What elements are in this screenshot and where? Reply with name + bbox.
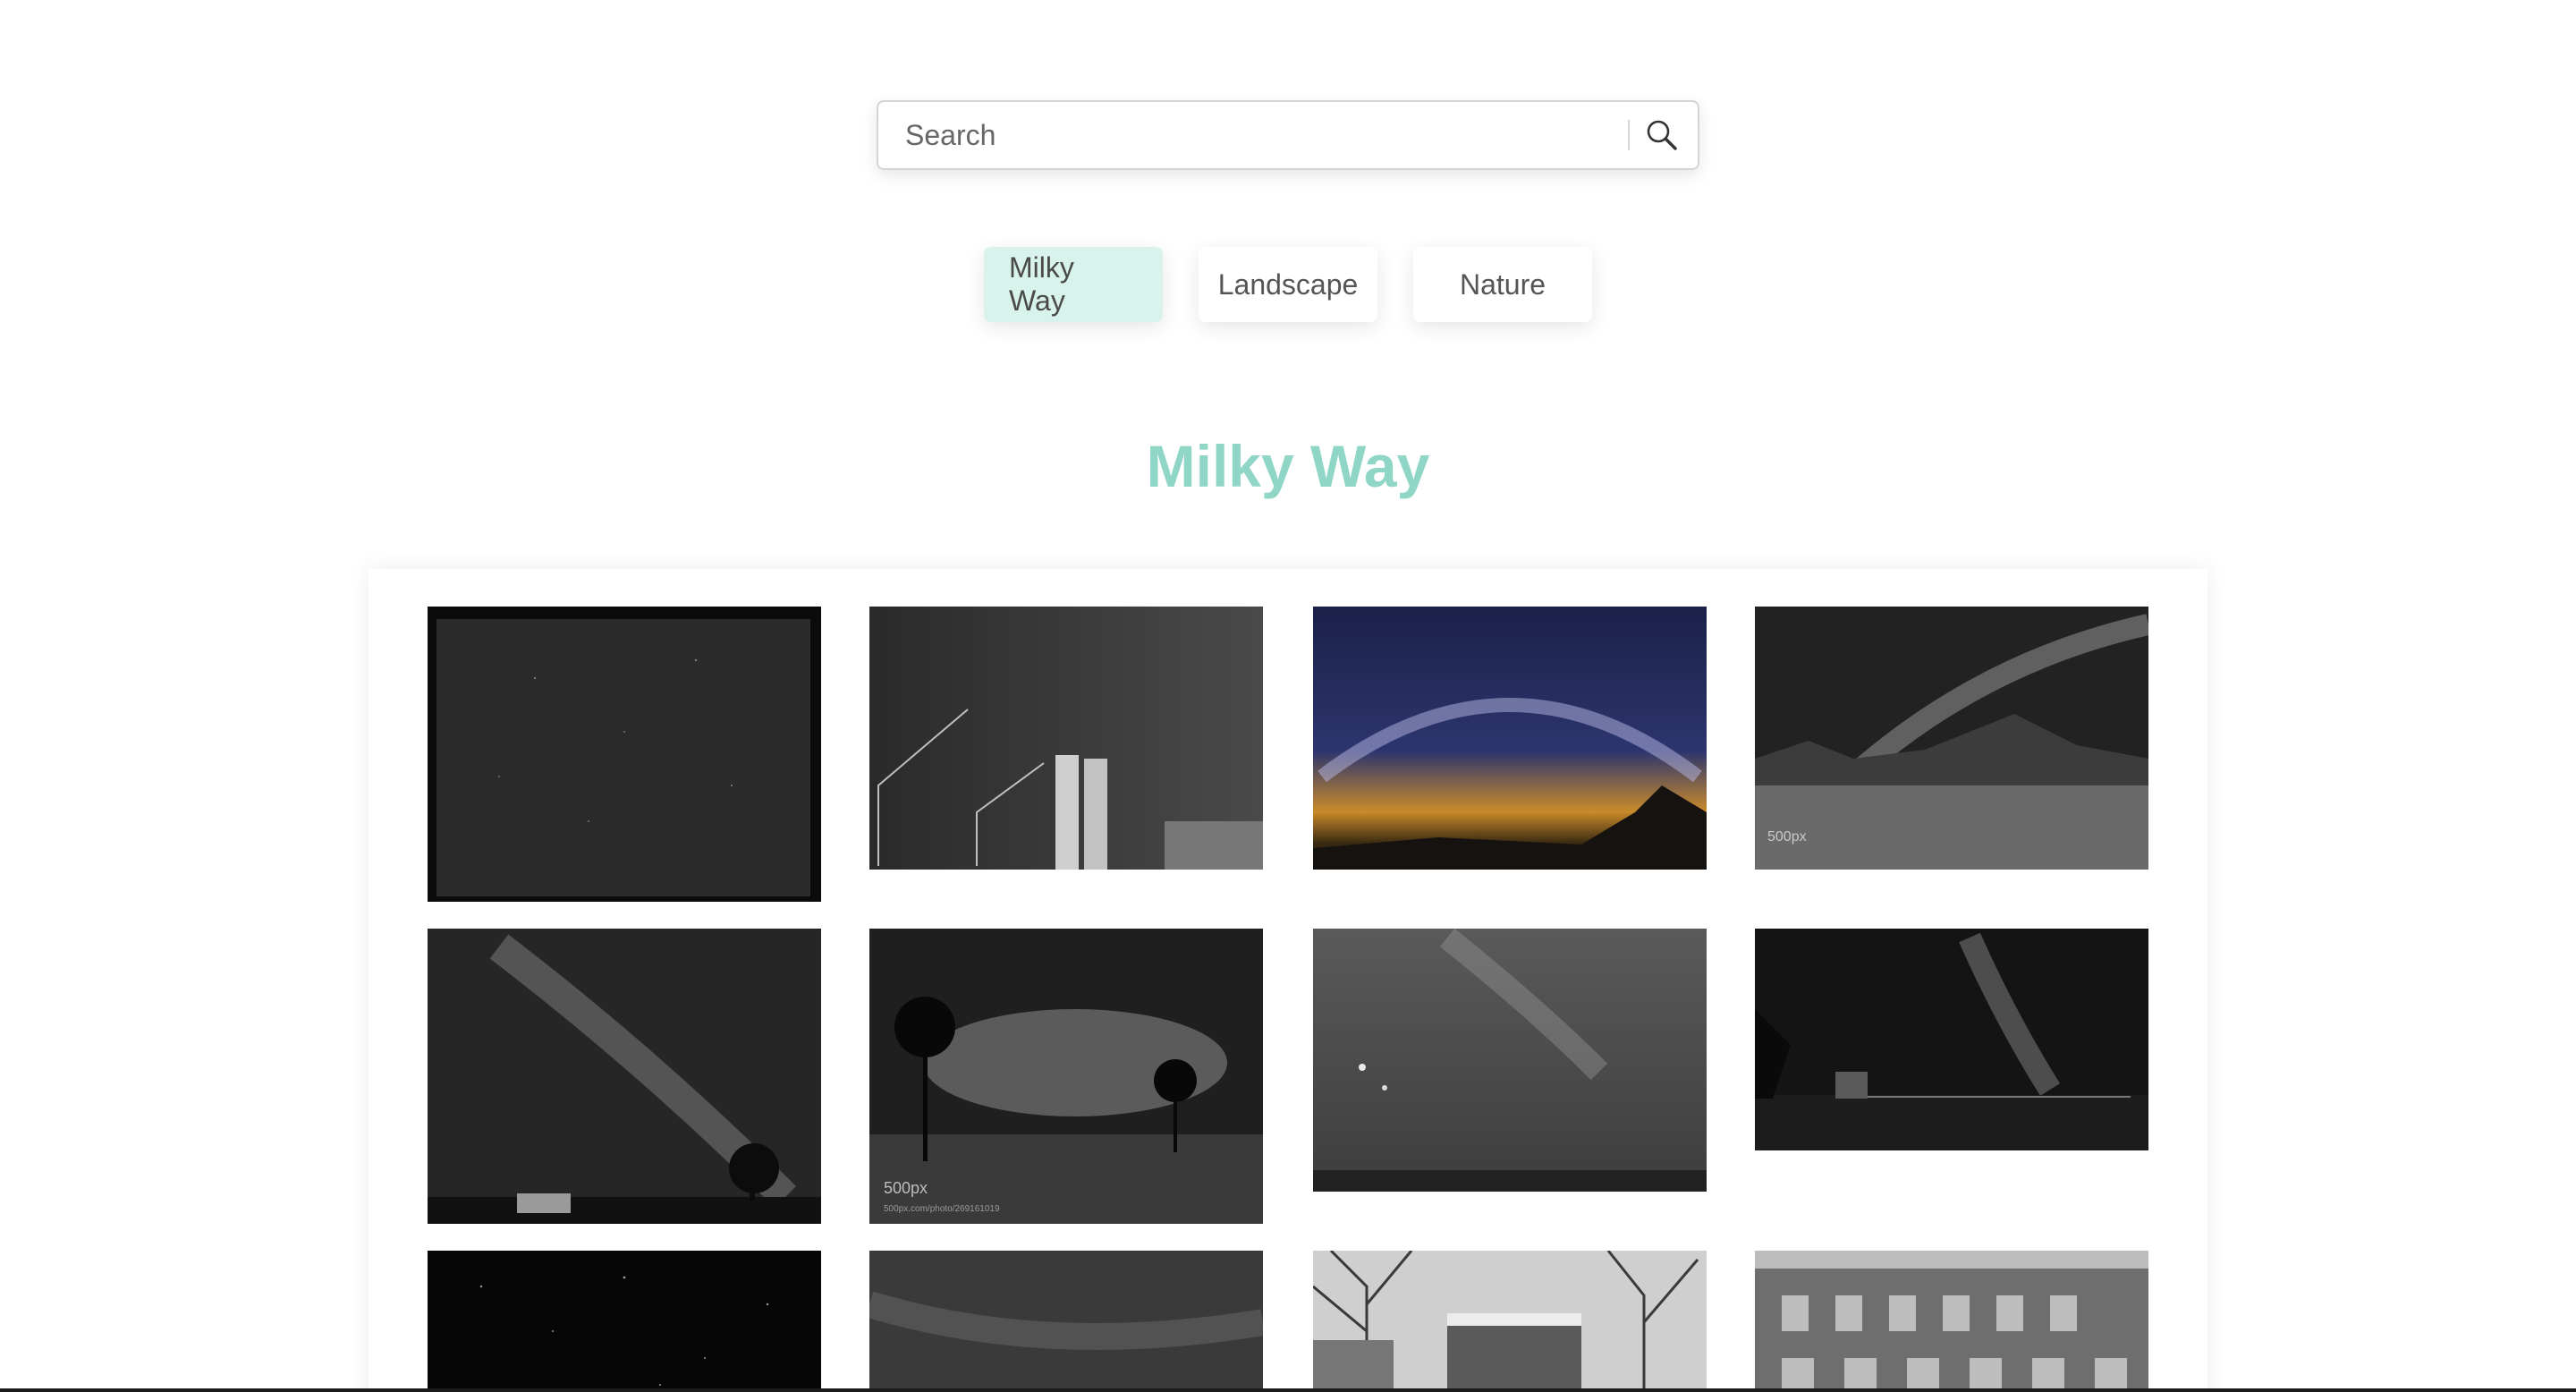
search-button[interactable] (1642, 115, 1682, 155)
search-divider (1628, 120, 1630, 150)
photo-thumbnail[interactable] (428, 1251, 821, 1392)
category-nature[interactable]: Nature (1413, 247, 1592, 322)
search-input[interactable] (878, 102, 1628, 168)
photo-thumbnail[interactable] (1313, 929, 1707, 1192)
watermark-brand: 500px (1767, 829, 1807, 845)
watermark-url: 500px.com/photo/269161019 (884, 1204, 1000, 1214)
photo-thumbnail[interactable] (869, 1251, 1263, 1392)
category-milky-way[interactable]: Milky Way (984, 247, 1163, 322)
search-icon (1647, 120, 1677, 150)
photo-thumbnail[interactable] (1755, 929, 2148, 1150)
photo-thumbnail[interactable] (428, 607, 821, 902)
page: Milky Way Landscape Nature Milky Way (0, 0, 2576, 1392)
bottom-edge (0, 1388, 2576, 1392)
photo-thumbnail[interactable] (869, 607, 1263, 870)
photo-thumbnail[interactable]: 500px (1755, 607, 2148, 870)
photo-thumbnail[interactable]: 500px 500px.com/photo/269161019 (869, 929, 1263, 1224)
photo-thumbnail[interactable] (428, 929, 821, 1224)
section-title: Milky Way (1146, 433, 1430, 499)
photo-gallery: 500px 500px 500px.com/photo/269161019 (369, 569, 2207, 1392)
category-landscape[interactable]: Landscape (1199, 247, 1377, 322)
search-bar (877, 100, 1699, 170)
photo-thumbnail[interactable] (1313, 607, 1707, 870)
category-tabs: Milky Way Landscape Nature (0, 247, 2576, 322)
photo-thumbnail[interactable] (1313, 1251, 1707, 1392)
photo-thumbnail[interactable] (1755, 1251, 2148, 1392)
watermark-brand: 500px (884, 1179, 928, 1197)
